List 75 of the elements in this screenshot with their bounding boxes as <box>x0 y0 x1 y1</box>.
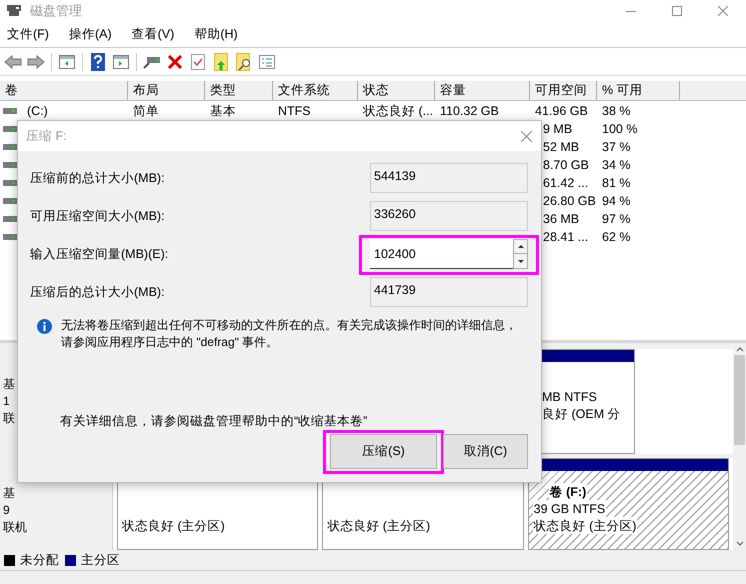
dialog-button[interactable]: 压缩(S) <box>330 434 437 469</box>
readonly-field: 441739 <box>370 277 528 307</box>
disk-label: 9 <box>3 502 10 518</box>
table-cell-text: 34 % <box>602 156 630 174</box>
minimize-icon <box>626 10 636 12</box>
table-cell-text: (C:) <box>27 102 48 120</box>
legend-label: 未分配 <box>20 552 59 569</box>
column-header[interactable]: % 可用 <box>597 81 680 100</box>
disk-label: 1 <box>3 393 10 409</box>
table-cell-text: 37 % <box>602 138 630 156</box>
readonly-field: 544139 <box>370 163 528 193</box>
window-title: 磁盘管理 <box>30 2 82 20</box>
up-arrow-icon <box>518 245 524 248</box>
menu-item[interactable]: 操作(A) <box>64 25 117 44</box>
column-header[interactable]: 布局 <box>128 81 205 100</box>
partition-text: 卷 (F:) <box>548 483 588 500</box>
partition-text: 状态良好 (主分区) <box>327 518 432 534</box>
field-label: 压缩前的总计大小(MB): <box>30 170 166 187</box>
field-label: 压缩后的总计大小(MB): <box>30 284 166 301</box>
info-icon <box>37 319 52 334</box>
disk-label: 联机 <box>3 519 27 536</box>
table-cell-text: 100 % <box>602 120 638 138</box>
table-cell-text: 36 MB <box>543 210 580 228</box>
table-cell-text: 简单 <box>133 102 159 120</box>
disk-label: 基 <box>3 485 15 502</box>
column-header[interactable]: 状态 <box>358 81 435 100</box>
menu-item[interactable]: 查看(V) <box>126 25 180 44</box>
dialog-title: 压缩 F: <box>26 128 67 145</box>
column-header[interactable]: 卷 <box>0 81 128 100</box>
legend-label: 主分区 <box>81 552 120 569</box>
column-header[interactable]: 类型 <box>205 81 273 100</box>
table-cell-text: 61.42 ... <box>543 174 588 192</box>
menu-item[interactable]: 文件(F) <box>2 25 54 44</box>
menu-item[interactable]: 帮助(H) <box>189 25 243 44</box>
table-cell-text: 81 % <box>602 174 630 192</box>
table-cell-text: 52 MB <box>543 138 580 156</box>
table-cell-text: 26.80 GB <box>543 192 596 210</box>
partition-text: 良好 (OEM 分 <box>542 406 622 422</box>
table-cell-text: 基本 <box>210 102 236 120</box>
table-cell-text: 62 % <box>602 228 630 246</box>
column-header[interactable]: 容量 <box>435 81 530 100</box>
field-label: 可用压缩空间大小(MB): <box>30 208 166 225</box>
partition-text: 状态良好 (主分区) <box>122 518 226 534</box>
disk-label: 联 <box>3 410 15 426</box>
column-header[interactable]: 可用空间 <box>530 81 597 100</box>
spin-down-button[interactable] <box>513 254 528 269</box>
help-text: 有关详细信息，请参阅磁盘管理帮助中的“收缩基本卷” <box>59 413 368 430</box>
number-field[interactable]: 102400 <box>370 239 513 269</box>
scrollbar-thumb[interactable] <box>734 355 745 445</box>
table-cell-text: 38 % <box>602 102 630 120</box>
table-cell-text: 状态良好 (... <box>363 102 434 120</box>
table-cell-text: 94 % <box>602 192 630 210</box>
table-cell-text: 110.32 GB <box>440 102 499 120</box>
info-message: 无法将卷压缩到超出任何不可移动的文件所在的点。有关完成该操作时间的详细信息，请参阅应用程序日志中的 "defrag" 事件。 <box>61 317 518 351</box>
table-cell-text: 9 MB <box>543 120 572 138</box>
spin-up-button[interactable] <box>513 239 528 254</box>
dialog-button[interactable]: 取消(C) <box>443 434 528 469</box>
table-cell-text: 97 % <box>602 210 630 228</box>
partition-text: MB NTFS <box>542 389 598 405</box>
maximize-icon <box>672 6 682 16</box>
close-icon <box>520 130 532 142</box>
field-label: 输入压缩空间量(MB)(E): <box>30 246 170 263</box>
disk-label: 基 <box>3 376 15 392</box>
table-cell-text: 41.96 GB <box>535 102 588 120</box>
partition-text: 状态良好 (主分区) <box>532 517 638 534</box>
readonly-field: 336260 <box>370 201 528 231</box>
partition-block[interactable]: 卷 (F:) 39 GB NTFS 状态良好 (主分区) <box>528 458 729 550</box>
partition-text: 39 GB NTFS <box>532 500 606 517</box>
column-header[interactable]: 文件系统 <box>273 81 358 100</box>
close-icon <box>718 6 728 16</box>
app-icon <box>6 4 22 18</box>
down-arrow-icon <box>518 260 524 262</box>
table-cell-text: NTFS <box>278 102 311 120</box>
table-cell-text: 8.70 GB <box>543 156 589 174</box>
table-cell-text: 28.41 ... <box>543 228 588 246</box>
